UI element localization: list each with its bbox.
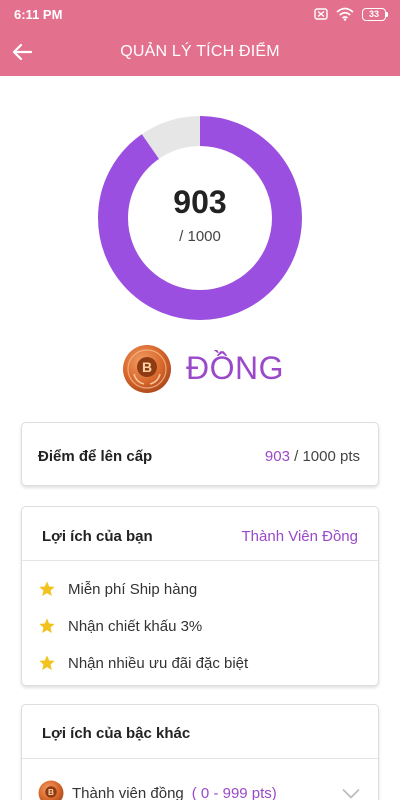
tier-list-item[interactable]: B Thành viên đồng ( 0 - 999 pts): [38, 780, 277, 800]
wifi-icon: [336, 7, 354, 21]
divider: [22, 758, 378, 759]
benefit-text: Nhận nhiều ưu đãi đặc biệt: [68, 654, 249, 672]
status-bar: 6:11 PM 33: [0, 0, 400, 28]
benefit-item: Nhận chiết khấu 3%: [38, 615, 202, 637]
benefit-text: Miễn phí Ship hàng: [68, 580, 198, 598]
benefits-title: Lợi ích của bạn: [42, 528, 153, 545]
benefit-item: Miễn phí Ship hàng: [38, 578, 197, 600]
divider: [22, 560, 378, 561]
points-current: 903: [264, 448, 290, 465]
points-total-value: / 1000: [179, 228, 221, 245]
points-current-value: 903: [173, 184, 227, 220]
battery-level: 33: [362, 7, 386, 21]
points-value: 903 / 1000 pts: [265, 448, 360, 465]
tier-item-name: Thành viên đồng: [72, 784, 184, 800]
points-rest: / 1000 pts: [289, 448, 360, 465]
points-to-next-level-card: Điểm để lên cấp 903 / 1000 pts: [21, 422, 379, 486]
star-icon: [39, 581, 55, 596]
sim-off-icon: [314, 8, 328, 20]
medal-letter: B: [142, 359, 152, 375]
medal-letter: B: [48, 787, 54, 797]
page-title: QUẢN LÝ TÍCH ĐIỂM: [120, 43, 280, 60]
status-icons: 33: [314, 7, 388, 21]
current-tier-label: Thành Viên Đồng: [241, 528, 358, 545]
tier-row: B ĐỒNG: [0, 340, 400, 396]
star-icon: [39, 655, 55, 670]
other-tiers-card: Lợi ích của bậc khác B Thành viên đồng (…: [21, 704, 379, 800]
bronze-medal-icon: B: [123, 345, 171, 393]
battery-icon: 33: [362, 7, 388, 21]
bronze-medal-icon: B: [38, 780, 64, 800]
chevron-down-icon[interactable]: [342, 788, 360, 800]
tier-item-range: ( 0 - 999 pts): [191, 784, 277, 800]
star-icon: [39, 618, 55, 633]
your-benefits-card: Lợi ích của bạn Thành Viên Đồng Miễn phí…: [21, 506, 379, 686]
points-label: Điểm để lên cấp: [38, 448, 153, 465]
app-header: 6:11 PM 33 QUẢN LÝ TÍCH ĐIỂM: [0, 0, 400, 76]
status-time: 6:11 PM: [14, 7, 63, 22]
other-tiers-title: Lợi ích của bậc khác: [42, 725, 191, 742]
benefit-item: Nhận nhiều ưu đãi đặc biệt: [38, 652, 248, 674]
benefit-text: Nhận chiết khấu 3%: [68, 617, 203, 635]
points-page: 903 / 1000 B ĐỒNG Điểm để lên cấp 903 / …: [0, 76, 400, 800]
tier-name: ĐỒNG: [186, 350, 284, 386]
